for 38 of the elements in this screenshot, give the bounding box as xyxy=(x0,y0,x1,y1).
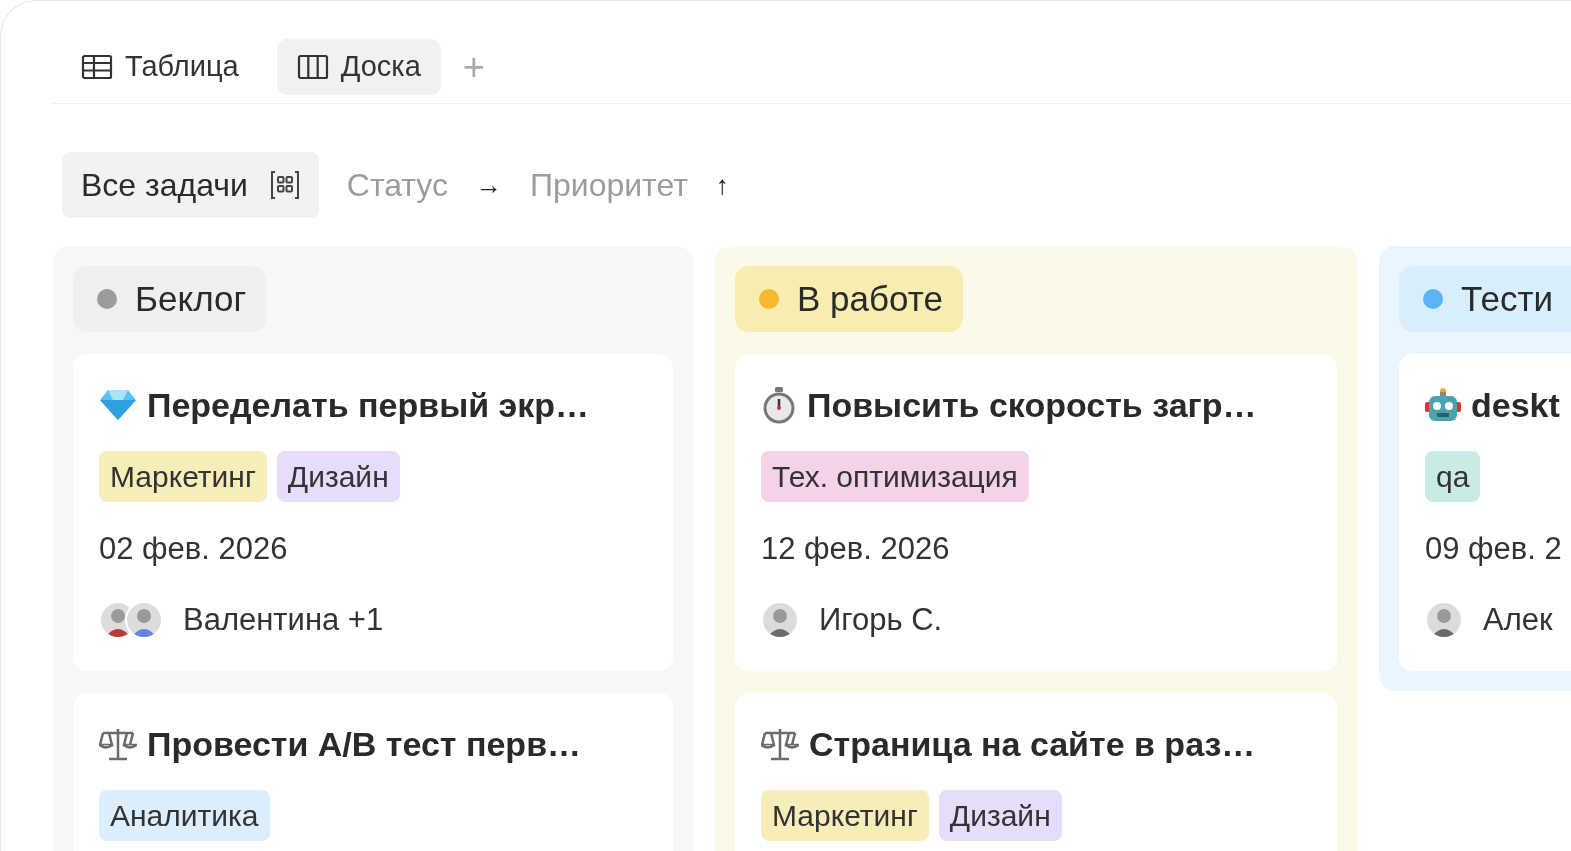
board-icon xyxy=(296,54,329,80)
card-title: Повысить скорость загр… xyxy=(807,385,1257,426)
card-title: Переделать первый экр… xyxy=(147,385,590,426)
tag: Тех. оптимизация xyxy=(761,450,1029,502)
task-card[interactable]: Переделать первый экр… Маркетинг Дизайн 02 фев. 2026 Валентина +1 xyxy=(73,354,673,671)
tag: Дизайн xyxy=(938,789,1062,841)
due-date: 12 фев. 2026 xyxy=(761,530,951,568)
view-tab[interactable]: Таблица xyxy=(61,39,259,95)
card-title: Страница на сайте в раз… xyxy=(809,724,1256,765)
task-card[interactable]: Провести A/B тест перв… Аналитика xyxy=(73,693,673,851)
scales-icon xyxy=(99,726,137,763)
filter-chip[interactable]: Все задачи xyxy=(62,152,319,218)
sort-arrow: ↑ xyxy=(715,168,729,202)
due-date: 09 фев. 2 xyxy=(1425,530,1563,568)
column-title: Тести xyxy=(1461,277,1553,320)
assignee-name: Алек xyxy=(1483,600,1553,639)
column-title: Беклог xyxy=(135,277,247,320)
stopwatch-icon xyxy=(761,386,797,425)
due-date: 02 фев. 2026 xyxy=(99,530,289,568)
tag: Дизайн xyxy=(276,450,400,502)
column-title: В работе xyxy=(797,277,943,320)
tag: Аналитика xyxy=(99,789,270,841)
view-tab[interactable]: Доска xyxy=(276,39,441,95)
task-card[interactable]: deskt qa 09 фев. 2 Алек xyxy=(1399,354,1571,671)
tag: Маркетинг xyxy=(99,450,267,502)
task-card[interactable]: Страница на сайте в раз… Маркетинг Дизайн xyxy=(735,693,1337,851)
card-title: Провести A/B тест перв… xyxy=(147,724,582,765)
scales-icon xyxy=(761,726,799,763)
sort-arrow: → xyxy=(475,168,502,202)
tag: qa xyxy=(1425,450,1481,502)
assignee-name: Валентина +1 xyxy=(183,600,384,639)
grid-icon xyxy=(269,170,300,200)
tag: Маркетинг xyxy=(761,789,929,841)
assignee-name: Игорь С. xyxy=(819,600,943,639)
card-title: deskt xyxy=(1471,385,1560,426)
table-icon xyxy=(81,54,113,80)
robot-icon xyxy=(1425,387,1461,424)
task-card[interactable]: Повысить скорость загр… Тех. оптимизация 12 фев. 2026 Игорь С. xyxy=(735,354,1337,671)
